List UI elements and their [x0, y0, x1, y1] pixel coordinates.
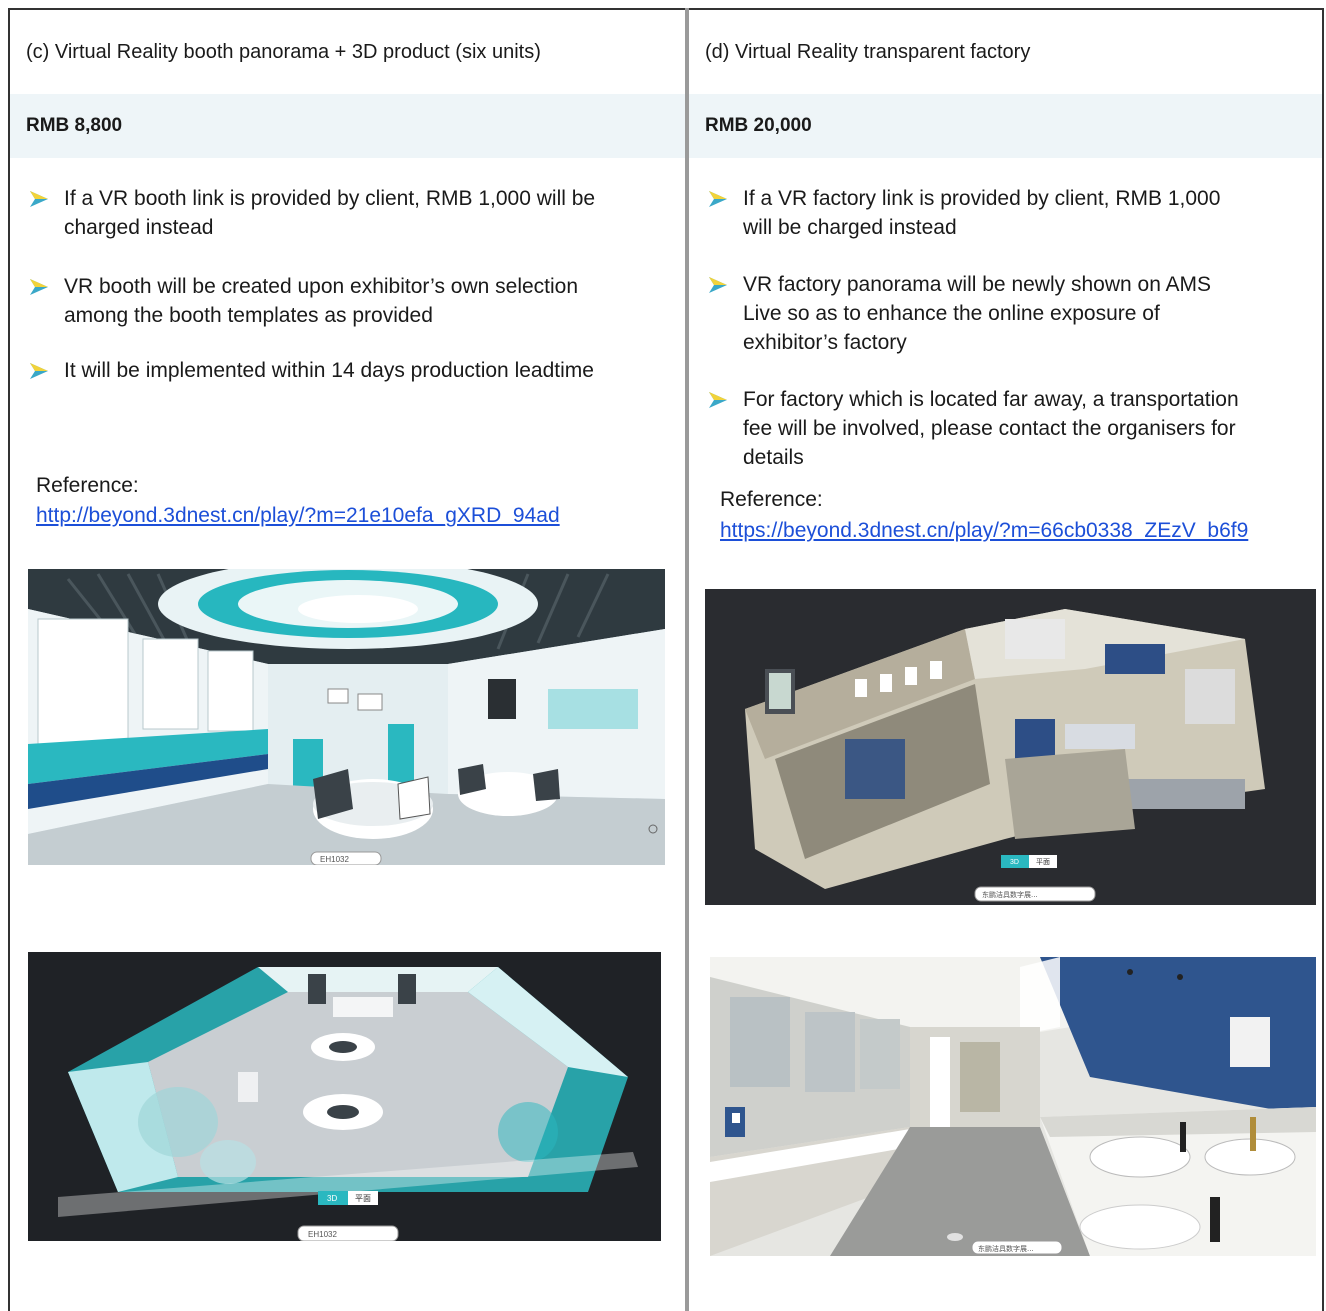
arrow-bullet-icon [30, 191, 48, 207]
bullet-text: VR booth will be created upon exhibitor’… [64, 275, 579, 327]
arrow-bullet-icon [709, 277, 727, 293]
left-reference-link[interactable]: http://beyond.3dnest.cn/play/?m=21e10efa… [36, 502, 656, 529]
booth-tab-plan: 平面 [355, 1194, 371, 1203]
left-title: (c) Virtual Reality booth panorama + 3D … [26, 40, 541, 63]
arrow-bullet-icon [709, 191, 727, 207]
bullet-text: VR factory panorama will be newly shown … [743, 273, 1212, 354]
right-reference-label: Reference: [720, 488, 823, 511]
arrow-bullet-icon [30, 363, 48, 379]
arrow-bullet-icon [30, 279, 48, 295]
list-item: If a VR factory link is provided by clie… [707, 184, 1287, 242]
factory-tab-plan: 平面 [1036, 858, 1050, 866]
left-price: RMB 8,800 [10, 94, 685, 158]
right-price: RMB 20,000 [689, 94, 1322, 158]
booth-3d-caption: EH1032 [308, 1230, 337, 1239]
factory-showroom-image: 东鹏洁具数字展... [710, 957, 1316, 1256]
booth-tab-3d: 3D [327, 1194, 337, 1203]
booth-3d-overview-image: 3D 平面 EH1032 [28, 952, 661, 1241]
factory-3d-image: 3D 平面 东鹏洁具数字展... [705, 589, 1316, 905]
column-divider [685, 8, 689, 1311]
booth-image-caption: EH1032 [320, 855, 349, 864]
factory-3d-caption: 东鹏洁具数字展... [982, 890, 1038, 899]
bullet-text: If a VR booth link is provided by client… [64, 187, 596, 239]
left-column: (c) Virtual Reality booth panorama + 3D … [10, 10, 685, 158]
bullet-text: If a VR factory link is provided by clie… [743, 187, 1221, 239]
bullet-text: For factory which is located far away, a… [743, 388, 1239, 469]
right-title: (d) Virtual Reality transparent factory [705, 40, 1031, 63]
list-item: VR factory panorama will be newly shown … [707, 270, 1287, 357]
bullet-text: It will be implemented within 14 days pr… [64, 359, 594, 382]
arrow-bullet-icon [709, 392, 727, 408]
factory-tab-3d: 3D [1010, 859, 1019, 866]
right-column: (d) Virtual Reality transparent factory … [689, 10, 1322, 158]
list-item: For factory which is located far away, a… [707, 385, 1287, 472]
booth-panorama-image: EH1032 [28, 569, 665, 865]
factory-showroom-caption: 东鹏洁具数字展... [978, 1244, 1034, 1253]
left-reference-label: Reference: [36, 474, 139, 497]
list-item: VR booth will be created upon exhibitor’… [28, 272, 648, 330]
right-reference-link[interactable]: https://beyond.3dnest.cn/play/?m=66cb033… [720, 517, 1280, 544]
list-item: If a VR booth link is provided by client… [28, 184, 648, 242]
list-item: It will be implemented within 14 days pr… [28, 356, 648, 385]
